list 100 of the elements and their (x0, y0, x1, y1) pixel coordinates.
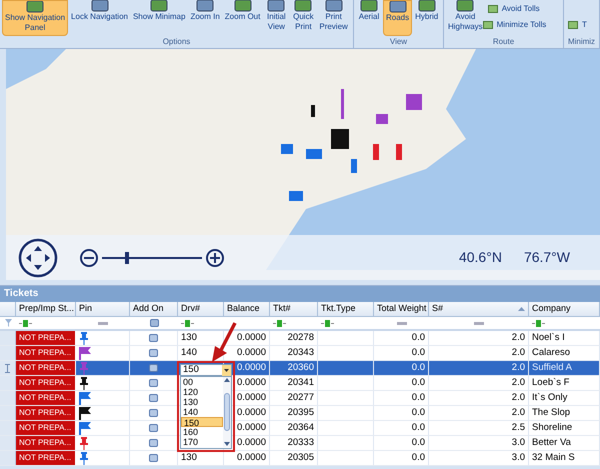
status-cell: NOT PREPA... (16, 451, 76, 465)
table-cell: 20277 (288, 391, 314, 405)
status-cell: NOT PREPA... (16, 346, 76, 360)
coordinate-label: 76.7°W (524, 248, 570, 267)
column-header[interactable]: Tkt.Type (318, 302, 374, 316)
zoom-slider[interactable] (102, 252, 202, 264)
pan-control-icon[interactable] (18, 238, 58, 278)
dropdown-option[interactable]: 160 (181, 427, 223, 437)
filter-icon[interactable] (532, 320, 546, 326)
table-cell: 2.0 (512, 331, 525, 345)
table-cell: 20360 (288, 361, 314, 375)
column-header[interactable]: Pin (76, 302, 130, 316)
ribbon-button[interactable]: Zoom In (188, 0, 222, 36)
ribbon-button[interactable]: Hybrid (413, 0, 440, 36)
filter-icon[interactable] (273, 320, 287, 326)
column-header[interactable]: Balance (224, 302, 270, 316)
scrollbar[interactable] (223, 377, 231, 447)
table-cell: 20395 (288, 406, 314, 420)
table-cell: 20333 (288, 436, 314, 450)
table-cell: 130 (181, 451, 197, 465)
table-cell: 2.0 (512, 406, 525, 420)
ribbon-button[interactable]: T (566, 18, 589, 32)
zoom-out-icon[interactable] (80, 248, 98, 266)
column-header[interactable]: Company (529, 302, 600, 316)
toolbar-icon (568, 21, 578, 29)
zoom-in-icon[interactable] (206, 248, 224, 266)
group-label: Route (492, 36, 516, 48)
filter-icon[interactable] (181, 320, 195, 326)
table-row[interactable]: NOT PREPA... 140 0.0000 20343 0.0 2.0 Calareso (0, 346, 600, 361)
toolbar-icon (232, 0, 254, 12)
status-cell: NOT PREPA... (16, 436, 76, 450)
table-cell: 0.0 (412, 436, 425, 450)
toolbar-icon (416, 0, 438, 12)
ribbon-button[interactable]: Aerial (356, 0, 382, 36)
column-header[interactable]: Total Weight (374, 302, 429, 316)
table-row[interactable]: NOT PREPA... 130 0.0000 20278 0.0 2.0 Noel`s I (0, 331, 600, 346)
text-cursor-icon (5, 364, 10, 372)
table-cell: 32 Main S (532, 451, 575, 465)
dash-icon (396, 322, 406, 324)
column-header[interactable]: Prep/Imp St... (16, 302, 76, 316)
table-cell: 0.0 (412, 451, 425, 465)
table-cell: Calareso (532, 346, 570, 360)
dropdown-field[interactable]: 150 (180, 364, 232, 376)
table-cell: 0.0 (412, 406, 425, 420)
ribbon-button[interactable]: Roads (383, 0, 412, 36)
table-cell: 20305 (288, 451, 314, 465)
table-cell: 0.0 (412, 331, 425, 345)
table-cell: 2.0 (512, 391, 525, 405)
ribbon-button[interactable]: Initial View (263, 0, 290, 36)
ribbon-button[interactable]: Avoid Highways (446, 0, 485, 36)
ribbon-button[interactable]: Avoid Tolls (486, 2, 542, 16)
ribbon-button[interactable]: Show Navigation Panel (2, 0, 68, 36)
table-row[interactable]: NOT PREPA... 130 0.0000 20305 0.0 3.0 32 Main S (0, 451, 600, 466)
filter-funnel-icon[interactable] (4, 319, 12, 327)
column-header[interactable]: Add On (130, 302, 178, 316)
ribbon-button[interactable]: Show Minimap (130, 0, 188, 36)
toolbar-icon (482, 21, 493, 29)
group-label: Options (162, 36, 192, 48)
toolbar-icon (358, 0, 380, 12)
table-cell: 3.0 (512, 451, 525, 465)
toolbar-icon (386, 1, 409, 13)
scroll-up-icon[interactable] (224, 378, 230, 382)
toolbar-icon (292, 0, 314, 12)
column-header[interactable]: Tkt# (270, 302, 318, 316)
ribbon-button[interactable]: Quick Print (290, 0, 316, 36)
filter-icon[interactable] (19, 320, 33, 326)
filter-button-icon[interactable] (150, 319, 158, 327)
table-cell: 0.0 (412, 346, 425, 360)
dropdown-option[interactable]: 140 (181, 407, 223, 417)
dropdown-option[interactable]: 170 (181, 437, 223, 447)
table-cell: 0.0 (412, 421, 425, 435)
column-header[interactable]: S# (429, 302, 529, 316)
table-cell: 0.0000 (236, 451, 266, 465)
table-cell: The Slop (532, 406, 570, 420)
toolbar-icon (88, 0, 110, 12)
table-cell: Loeb`s F (532, 376, 570, 390)
table-cell: 0.0000 (236, 346, 266, 360)
dropdown-option[interactable]: 130 (181, 397, 223, 407)
table-cell: 20364 (288, 421, 314, 435)
status-cell: NOT PREPA... (16, 391, 76, 405)
table-cell: 0.0000 (236, 391, 266, 405)
scroll-down-icon[interactable] (224, 442, 230, 446)
zoom-slider-thumb[interactable] (125, 252, 129, 264)
dropdown-option[interactable]: 150 (181, 417, 223, 427)
toolbar-icon (488, 5, 498, 13)
toolbar-icon (454, 0, 476, 12)
status-cell: NOT PREPA... (16, 331, 76, 345)
dropdown-option[interactable]: 00 (181, 377, 223, 387)
table-cell: Suffield A (532, 361, 572, 375)
ribbon-button[interactable]: Zoom Out (222, 0, 262, 36)
table-cell: Shoreline (532, 421, 572, 435)
ribbon-button[interactable]: Print Preview (317, 0, 350, 36)
table-cell: 3.0 (512, 436, 525, 450)
filter-icon[interactable] (321, 320, 335, 326)
column-header[interactable]: Drv# (178, 302, 224, 316)
coordinate-label: 40.6°N (458, 248, 502, 267)
ribbon-button[interactable]: Lock Navigation (69, 0, 130, 36)
toolbar-icon (148, 0, 170, 12)
table-cell: 2.0 (512, 361, 525, 375)
dash-icon (474, 322, 484, 324)
